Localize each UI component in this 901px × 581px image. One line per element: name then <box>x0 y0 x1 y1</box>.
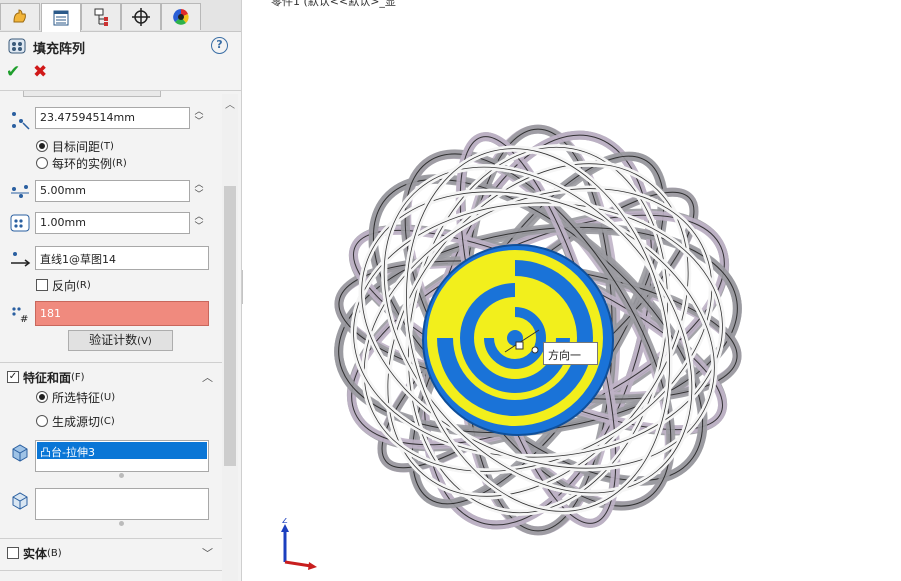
tab-dimxpert[interactable] <box>121 3 161 30</box>
list-item[interactable]: 凸台-拉伸3 <box>37 442 207 459</box>
resize-handle[interactable] <box>119 473 124 478</box>
radio-create-seed-cut[interactable]: 生成源切 (C) <box>36 413 115 429</box>
radio-target-spacing[interactable]: 目标间距 (T) <box>36 138 114 154</box>
pattern-direction-icon <box>11 252 31 267</box>
tab-configuration-manager[interactable] <box>81 3 121 30</box>
configuration-manager-icon <box>94 8 108 26</box>
svg-text:#: # <box>20 314 28 325</box>
resize-handle[interactable] <box>119 521 124 526</box>
faces-selection-list[interactable] <box>35 488 209 520</box>
patterned-disk[interactable] <box>422 244 614 436</box>
features-selection-list[interactable]: 凸台-拉伸3 <box>35 440 209 472</box>
graphics-area[interactable]: 零件1 (默认<<默认>_显 方向一 Z <box>243 0 901 581</box>
features-checkbox[interactable]: ✓ <box>7 371 19 383</box>
manager-tabs <box>0 0 241 32</box>
verify-count-button[interactable]: 验证计数(V) <box>68 330 173 351</box>
feature-manager-icon <box>13 9 26 23</box>
radio-selected-features[interactable]: 所选特征 (U) <box>36 389 115 405</box>
instance-spacing-icon <box>11 185 29 198</box>
tab-display-manager[interactable] <box>161 3 201 30</box>
layout-selector[interactable] <box>23 91 161 97</box>
chevron-up-icon[interactable]: ︿ <box>202 369 213 385</box>
features-to-pattern-icon <box>12 444 28 462</box>
spacing-icon <box>12 112 30 130</box>
model-view[interactable] <box>243 0 901 581</box>
property-manager-icon <box>53 10 69 26</box>
direction-label[interactable]: 方向一 <box>543 342 598 365</box>
instance-count-field: 181 <box>35 301 209 326</box>
dimxpert-icon <box>132 8 150 26</box>
reverse-direction-checkbox[interactable]: 反向 (R) <box>36 277 91 293</box>
scroll-up-arrow[interactable]: ︿ <box>224 96 236 111</box>
offset-input-1[interactable]: 5.00mm <box>35 180 190 202</box>
property-manager: 填充阵列 ? ✔ ✖ 23.47594514mm ︿ ﹀ 目标间距 (T) 每环的实… <box>0 0 242 581</box>
offset-spinner-1[interactable]: ︿ ﹀ <box>193 180 205 202</box>
radio-button[interactable] <box>36 391 48 403</box>
scroll-thumb[interactable] <box>224 186 236 466</box>
spacing-input[interactable]: 23.47594514mm <box>35 107 190 129</box>
offset-spinner-2[interactable]: ︿ ﹀ <box>193 212 205 234</box>
divider <box>0 570 222 571</box>
radio-button[interactable] <box>36 157 48 169</box>
axis-triad: Z <box>281 518 317 570</box>
divider <box>0 362 222 363</box>
fill-pattern-icon <box>8 38 26 54</box>
radio-instances-per-ring[interactable]: 每环的实例 (R) <box>36 155 127 171</box>
chevron-down-icon[interactable]: ﹀ <box>202 545 213 561</box>
page-title: 填充阵列 <box>33 42 86 57</box>
faces-to-pattern-icon <box>12 492 28 510</box>
ok-button[interactable]: ✔ <box>6 62 20 82</box>
radio-button[interactable] <box>36 140 48 152</box>
display-manager-icon <box>173 9 189 25</box>
help-icon[interactable]: ? <box>211 37 228 54</box>
tab-property-manager[interactable] <box>41 3 81 32</box>
offset-input-2[interactable]: 1.00mm <box>35 212 190 234</box>
direction-input[interactable]: 直线1@草图14 <box>35 246 209 270</box>
checkbox[interactable] <box>36 279 48 291</box>
bodies-group-header[interactable]: 实体 (B) <box>7 544 62 562</box>
radio-button[interactable] <box>36 415 48 427</box>
features-group-header[interactable]: ✓ 特征和面 (F) <box>7 368 85 386</box>
spacing-spinner[interactable]: ︿ ﹀ <box>193 107 205 129</box>
instance-count-icon: # <box>12 307 28 325</box>
tab-feature-manager[interactable] <box>0 3 40 30</box>
cancel-button[interactable]: ✖ <box>33 62 47 82</box>
divider <box>0 538 222 539</box>
boundary-margin-icon <box>10 214 30 232</box>
axis-z-label: Z <box>282 518 288 525</box>
bodies-checkbox[interactable] <box>7 547 19 559</box>
